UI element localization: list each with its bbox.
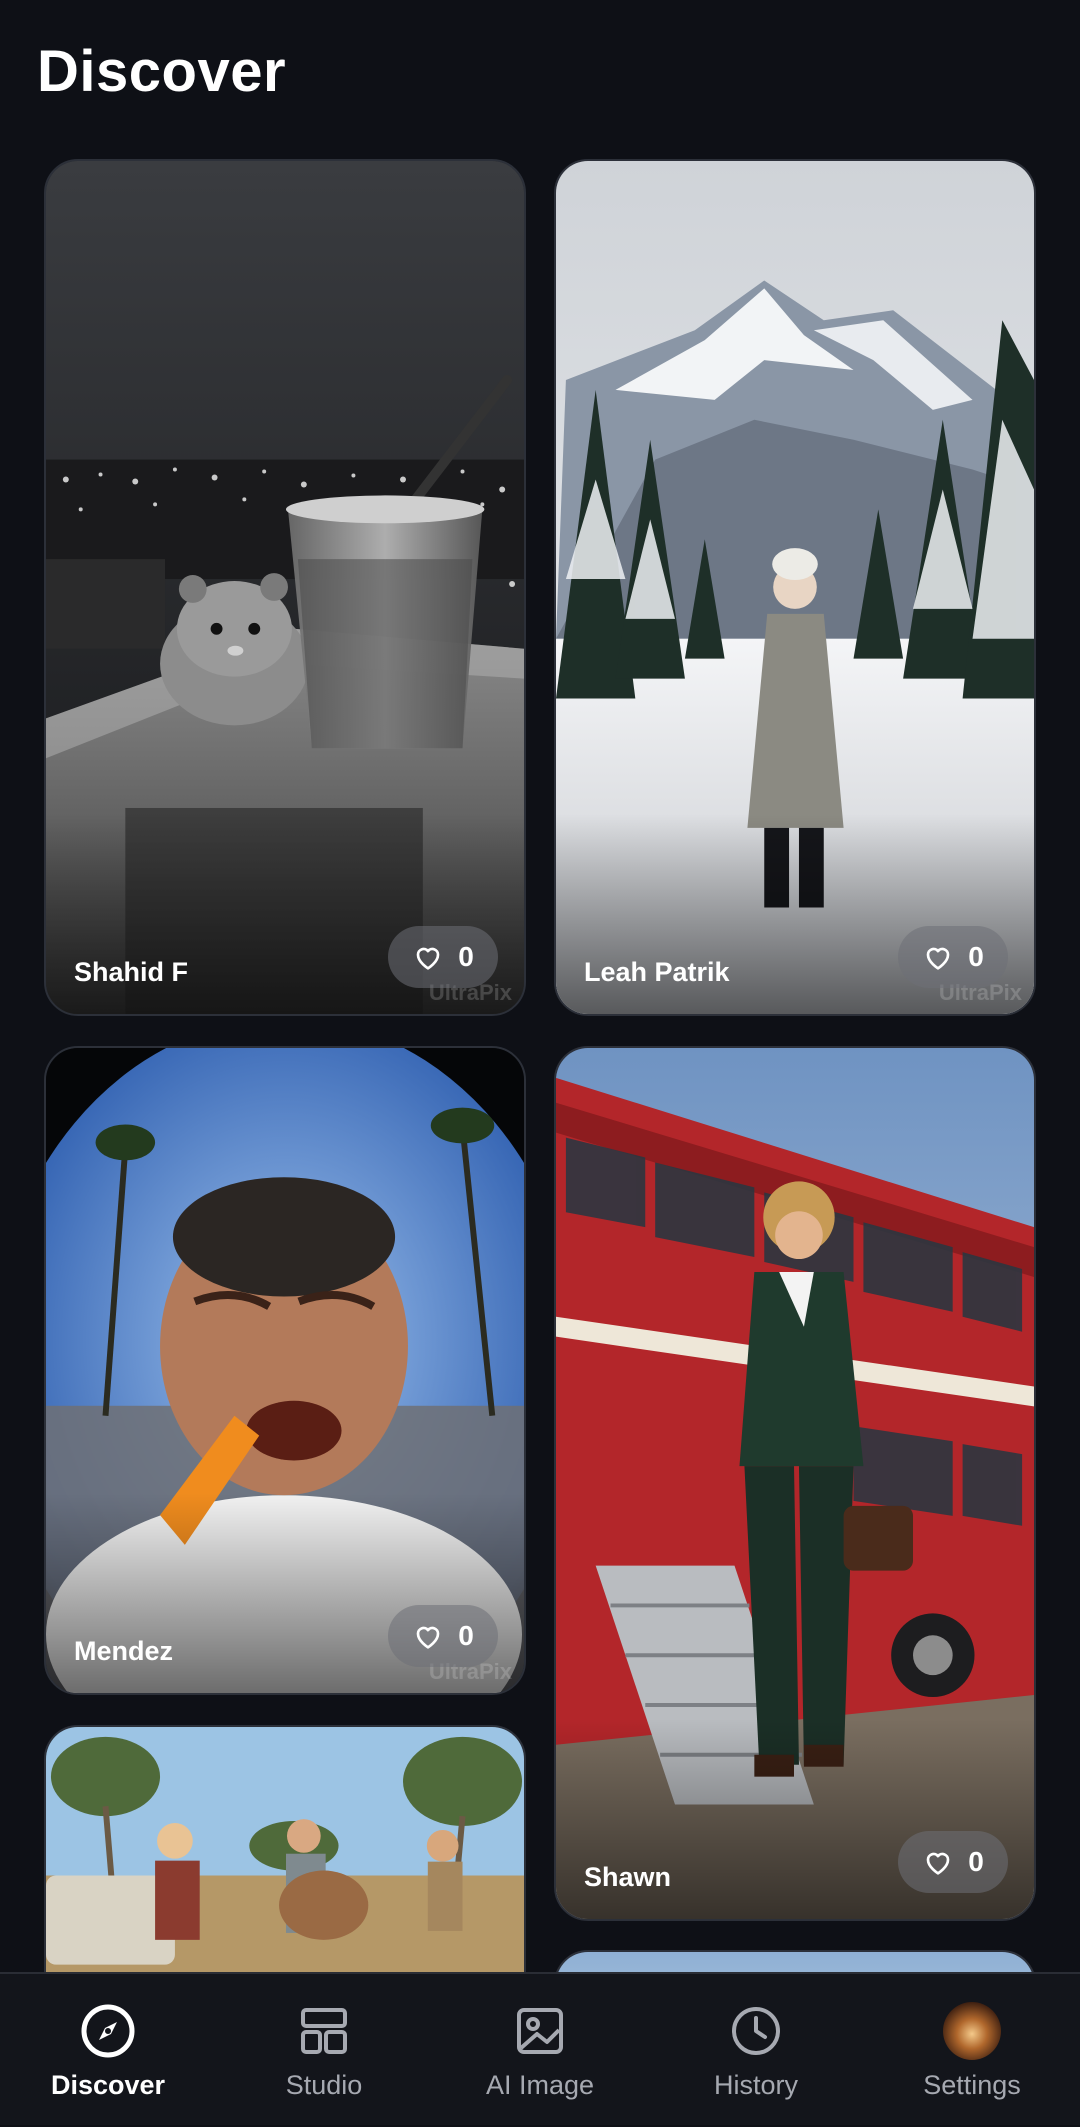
- nav-label: Settings: [923, 2070, 1021, 2100]
- card-author[interactable]: Mendez: [74, 1636, 173, 1667]
- layout-grid-icon: [301, 2008, 347, 2054]
- clock-icon: [732, 2007, 780, 2055]
- feed-card[interactable]: Shawn 0: [554, 1046, 1036, 1921]
- heart-icon: [926, 947, 950, 970]
- like-count: 0: [458, 1620, 474, 1651]
- nav-item-studio[interactable]: Studio: [224, 1974, 424, 2127]
- avatar: [943, 2002, 1001, 2060]
- like-button[interactable]: 0: [898, 926, 1008, 988]
- feed-card[interactable]: UltraPix Shahid F 0: [44, 159, 526, 1016]
- nav-label: Discover: [50, 2070, 166, 2100]
- like-button[interactable]: 0: [388, 926, 498, 988]
- like-count: 0: [458, 941, 474, 972]
- nav-item-ai-image[interactable]: AI Image: [440, 1974, 640, 2127]
- card-author[interactable]: Shawn: [584, 1862, 671, 1893]
- nav-item-discover[interactable]: Discover: [8, 1974, 208, 2127]
- card-author[interactable]: Leah Patrik: [584, 957, 730, 988]
- compass-icon: [81, 2004, 135, 2058]
- nav-item-settings[interactable]: Settings: [872, 1974, 1072, 2127]
- heart-icon: [926, 1852, 950, 1875]
- like-count: 0: [968, 941, 984, 972]
- like-button[interactable]: 0: [388, 1605, 498, 1667]
- heart-icon: [416, 947, 440, 970]
- bottom-nav: Discover Studio AI Image History Setting…: [0, 1972, 1080, 2125]
- nav-label: History: [713, 2070, 798, 2100]
- like-count: 0: [968, 1846, 984, 1877]
- card-author[interactable]: Shahid F: [74, 957, 188, 988]
- nav-item-history[interactable]: History: [656, 1974, 856, 2127]
- image-icon: [517, 2008, 563, 2054]
- nav-label: Studio: [285, 2070, 363, 2100]
- page-title: Discover: [37, 39, 287, 104]
- like-button[interactable]: 0: [898, 1831, 1008, 1893]
- feed-card[interactable]: UltraPix Mendez 0: [44, 1046, 526, 1695]
- feed-card[interactable]: UltraPix Leah Patrik 0: [554, 159, 1036, 1016]
- nav-label: AI Image: [485, 2070, 595, 2100]
- heart-icon: [416, 1626, 440, 1649]
